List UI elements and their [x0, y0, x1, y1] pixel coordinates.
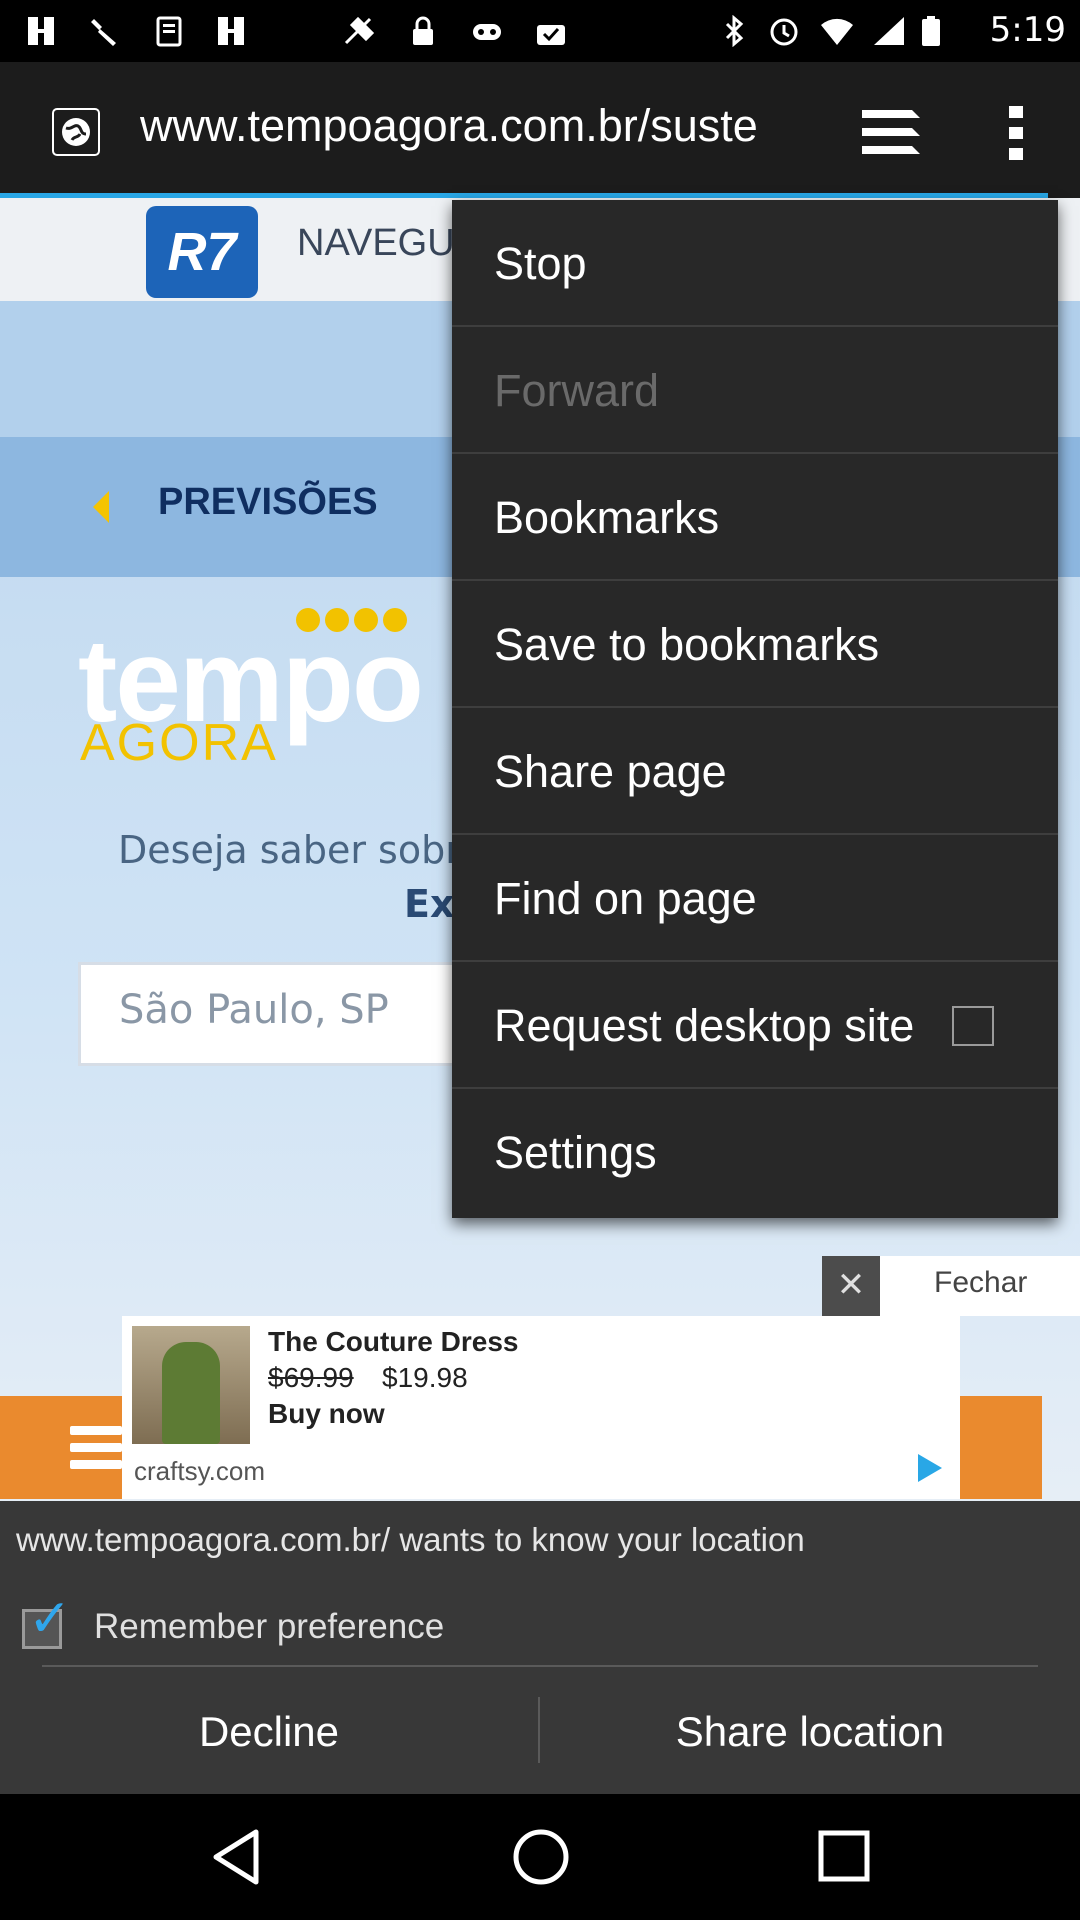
checkmark-icon[interactable]: ✓ — [28, 1593, 72, 1645]
page-orange-bar — [960, 1396, 1042, 1499]
previsoes-label[interactable]: PREVISÕES — [158, 481, 378, 524]
bluetooth-icon — [725, 15, 744, 47]
menu-item-find-on-page[interactable]: Find on page — [452, 835, 1058, 962]
menu-item-save-to-bookmarks[interactable]: Save to bookmarks — [452, 581, 1058, 708]
notification-icon — [28, 17, 54, 45]
menu-item-label: Forward — [494, 365, 660, 416]
ad-old-price: $69.99 — [268, 1362, 354, 1393]
city-search-input[interactable]: São Paulo, SP — [78, 962, 478, 1066]
alarm-icon — [770, 18, 798, 46]
close-icon[interactable]: ✕ — [822, 1256, 880, 1316]
ad-new-price: $19.98 — [382, 1362, 468, 1393]
menu-item-label: Stop — [494, 238, 587, 289]
menu-item-bookmarks[interactable]: Bookmarks — [452, 454, 1058, 581]
decline-button[interactable]: Decline — [0, 1669, 538, 1794]
lock-icon — [413, 16, 433, 45]
ad-choices-icon[interactable] — [918, 1454, 942, 1482]
example-text: Ex — [404, 882, 455, 926]
tabs-icon[interactable] — [860, 108, 922, 158]
download-check-icon — [537, 25, 565, 45]
gps-fake-icon — [344, 16, 375, 45]
menu-item-label: Find on page — [494, 873, 757, 924]
menu-item-share-page[interactable]: Share page — [452, 708, 1058, 835]
battery-icon — [922, 16, 940, 46]
home-icon[interactable] — [512, 1828, 570, 1886]
ad-banner[interactable]: The Couture Dress $69.99 $19.98 Buy now … — [122, 1316, 960, 1499]
menu-item-settings[interactable]: Settings — [452, 1089, 1058, 1216]
back-icon[interactable] — [210, 1828, 264, 1886]
menu-item-label: Bookmarks — [494, 492, 720, 543]
recents-icon[interactable] — [818, 1830, 870, 1882]
agora-logo: AGORA — [80, 714, 278, 772]
r7-logo[interactable]: R7 — [146, 206, 258, 298]
signal-icon — [874, 17, 904, 45]
overflow-menu: Stop Forward Bookmarks Save to bookmarks… — [452, 200, 1058, 1218]
chevron-left-icon[interactable] — [93, 491, 109, 523]
r7-nav-label[interactable]: NAVEGU — [297, 222, 455, 265]
url-field[interactable]: www.tempoagora.com.br/suste — [140, 100, 820, 152]
wifi-icon — [821, 18, 853, 45]
ad-buy-now[interactable]: Buy now — [268, 1398, 385, 1430]
ad-domain: craftsy.com — [134, 1456, 265, 1486]
permission-message: www.tempoagora.com.br/ wants to know you… — [16, 1521, 805, 1558]
globe-icon[interactable] — [52, 108, 100, 156]
overflow-menu-icon[interactable] — [1006, 104, 1028, 162]
clipboard-icon — [156, 16, 182, 47]
menu-item-label: Share page — [494, 746, 727, 797]
menu-item-request-desktop-site[interactable]: Request desktop site — [452, 962, 1058, 1089]
ad-close-bar[interactable]: ✕ Fechar — [822, 1256, 1080, 1316]
share-location-button[interactable]: Share location — [540, 1669, 1080, 1794]
ad-image[interactable] — [132, 1326, 250, 1444]
status-bar: 5:19 — [0, 0, 1080, 62]
address-bar: www.tempoagora.com.br/suste — [0, 62, 1080, 198]
menu-item-label: Settings — [494, 1127, 657, 1178]
navigation-bar — [0, 1794, 1080, 1920]
remember-label[interactable]: Remember preference — [94, 1607, 444, 1647]
menu-item-label: Save to bookmarks — [494, 619, 880, 670]
menu-item-stop[interactable]: Stop — [452, 200, 1058, 327]
location-permission-bar: www.tempoagora.com.br/ wants to know you… — [0, 1501, 1080, 1794]
divider — [42, 1665, 1038, 1667]
notification-icon — [218, 17, 244, 45]
gamepad-icon — [473, 24, 501, 40]
intro-text: Deseja saber sobr — [118, 828, 461, 872]
ad-title[interactable]: The Couture Dress — [268, 1326, 519, 1358]
hamburger-menu-icon[interactable] — [70, 1426, 122, 1472]
menu-item-forward: Forward — [452, 327, 1058, 454]
menu-item-label: Request desktop site — [494, 1000, 915, 1051]
close-label[interactable]: Fechar — [934, 1266, 1027, 1300]
wrench-icon — [91, 19, 116, 46]
desktop-site-checkbox[interactable] — [952, 1006, 994, 1046]
clock: 5:19 — [989, 10, 1066, 50]
